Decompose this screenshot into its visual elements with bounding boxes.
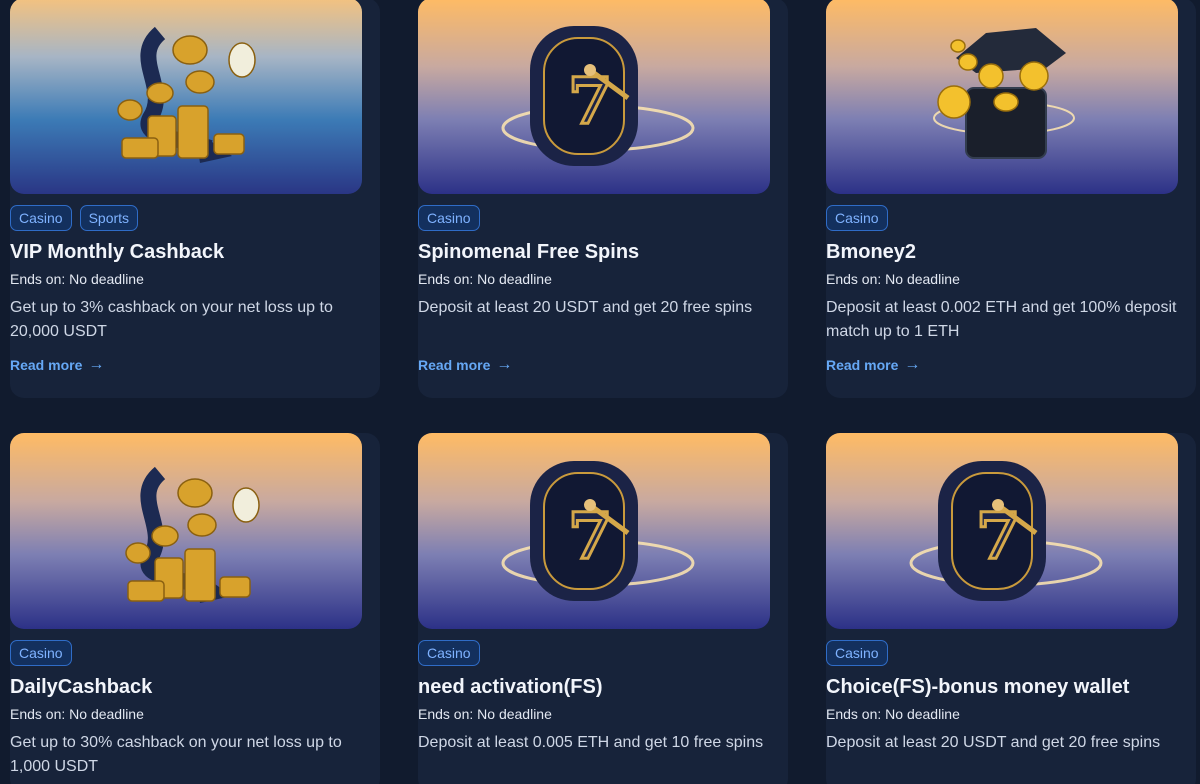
arrow-right-icon: → xyxy=(88,356,105,373)
tag-casino[interactable]: Casino xyxy=(826,205,888,231)
read-more-label: Read more xyxy=(10,357,83,373)
promotion-description: Deposit at least 0.002 ETH and get 100% … xyxy=(826,299,1177,340)
tag-casino[interactable]: Casino xyxy=(10,640,72,666)
promotion-card[interactable]: Casino DailyCashback Ends on: No deadlin… xyxy=(10,433,380,784)
tag-list: Casino xyxy=(418,205,480,231)
treasure-chest-icon xyxy=(933,28,1075,159)
promotion-title: need activation(FS) xyxy=(418,676,603,698)
tag-casino[interactable]: Casino xyxy=(826,640,888,666)
promotion-card[interactable]: Casino Sports VIP Monthly Cashback Ends … xyxy=(10,0,380,398)
promotion-description: Deposit at least 20 USDT and get 20 free… xyxy=(418,299,753,316)
promotion-banner[interactable] xyxy=(826,0,1178,194)
tag-list: Casino xyxy=(10,640,72,666)
read-more-link[interactable]: Read more → xyxy=(10,356,104,374)
read-more-link[interactable]: Read more → xyxy=(418,356,512,374)
promotion-description: Get up to 3% cashback on your net loss u… xyxy=(10,299,333,340)
promotion-card[interactable]: Casino Bmoney2 Ends on: No deadline Depo… xyxy=(826,0,1196,398)
promotion-title: Bmoney2 xyxy=(826,241,917,263)
promotion-ends: Ends on: No deadline xyxy=(10,706,144,722)
tag-casino[interactable]: Casino xyxy=(418,640,480,666)
promotion-card[interactable]: 7 Casino need activation(FS) Ends on: No… xyxy=(418,433,788,784)
slot-reel-icon: 7 xyxy=(909,461,1103,601)
slot-reel-icon: 7 xyxy=(501,26,695,166)
promotion-title: DailyCashback xyxy=(10,676,153,698)
promotions-grid: Casino Sports VIP Monthly Cashback Ends … xyxy=(0,0,1200,784)
tag-casino[interactable]: Casino xyxy=(10,205,72,231)
promotion-description: Get up to 30% cashback on your net loss … xyxy=(10,734,342,775)
promotion-description: Deposit at least 0.005 ETH and get 10 fr… xyxy=(418,734,764,751)
slot-reel-icon: 7 xyxy=(501,461,695,601)
promotion-card[interactable]: 7 Casino Choice(FS)-bonus money wallet E… xyxy=(826,433,1196,784)
coins-arrow-icon xyxy=(117,26,256,163)
arrow-right-icon: → xyxy=(904,356,921,373)
read-more-label: Read more xyxy=(418,357,491,373)
promotion-title: Spinomenal Free Spins xyxy=(418,241,640,263)
promotion-ends: Ends on: No deadline xyxy=(418,271,552,287)
coins-arrow-icon xyxy=(125,466,260,603)
promotion-description: Deposit at least 20 USDT and get 20 free… xyxy=(826,734,1161,751)
tag-list: Casino xyxy=(826,205,888,231)
promotion-ends: Ends on: No deadline xyxy=(10,271,144,287)
tag-sports[interactable]: Sports xyxy=(79,205,139,231)
promotion-title: VIP Monthly Cashback xyxy=(10,241,225,263)
promotion-banner[interactable]: 7 xyxy=(826,433,1178,629)
tag-list: Casino Sports xyxy=(10,205,139,231)
arrow-right-icon: → xyxy=(496,356,513,373)
promotion-banner[interactable]: 7 xyxy=(418,0,770,194)
tag-casino[interactable]: Casino xyxy=(418,205,480,231)
tag-list: Casino xyxy=(826,640,888,666)
promotion-banner[interactable]: 7 xyxy=(418,433,770,629)
promotion-banner[interactable] xyxy=(10,433,362,629)
promotion-ends: Ends on: No deadline xyxy=(826,706,960,722)
promotion-card[interactable]: 7 Casino Spinomenal Free Spins Ends on: … xyxy=(418,0,788,398)
tag-list: Casino xyxy=(418,640,480,666)
promotion-ends: Ends on: No deadline xyxy=(418,706,552,722)
read-more-label: Read more xyxy=(826,357,899,373)
read-more-link[interactable]: Read more → xyxy=(826,356,920,374)
promotion-banner[interactable] xyxy=(10,0,362,194)
promotion-ends: Ends on: No deadline xyxy=(826,271,960,287)
promotion-title: Choice(FS)-bonus money wallet xyxy=(826,676,1130,698)
